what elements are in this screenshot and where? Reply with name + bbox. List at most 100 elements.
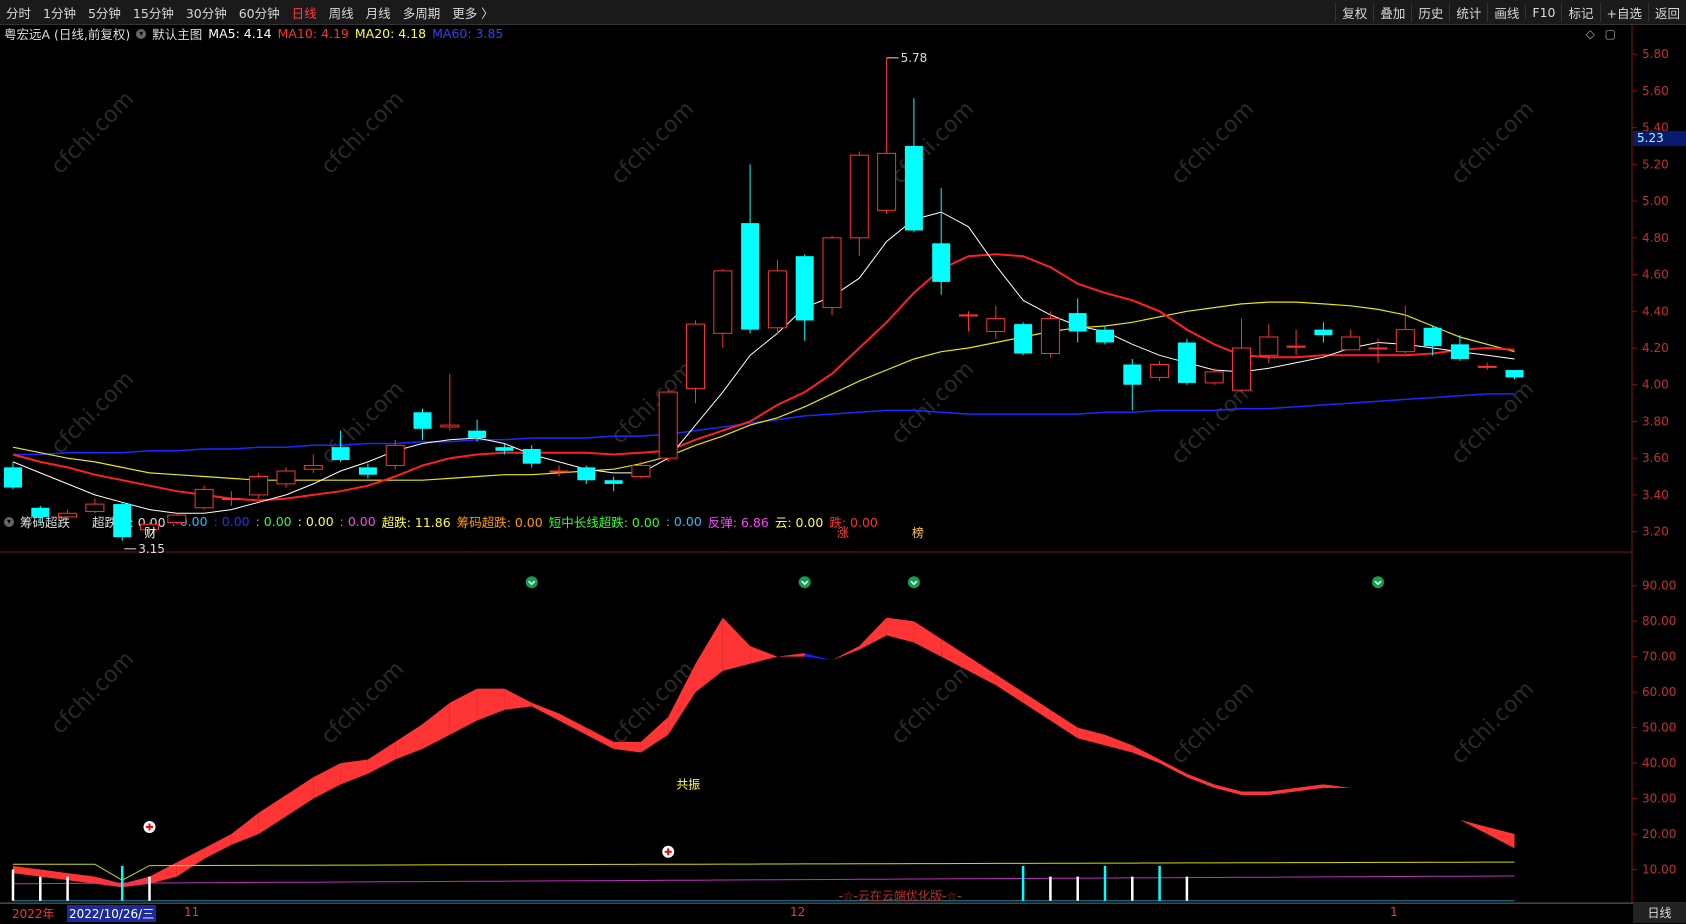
candle-body-up[interactable] bbox=[1395, 329, 1415, 353]
candle-body-down[interactable] bbox=[413, 412, 432, 429]
candle-body-up[interactable] bbox=[658, 391, 678, 459]
candle-body-up[interactable] bbox=[167, 514, 187, 523]
period-tab-7[interactable]: 周线 bbox=[323, 3, 360, 22]
period-tab-6[interactable]: 日线 bbox=[286, 3, 323, 22]
candle-body-up[interactable] bbox=[385, 444, 405, 467]
candle-body-down[interactable] bbox=[468, 430, 487, 438]
candle-body-up[interactable] bbox=[713, 270, 733, 334]
candle-body-up[interactable] bbox=[1232, 347, 1251, 391]
candle-body-up[interactable] bbox=[440, 424, 460, 428]
toolbar-button-2[interactable]: 历史 bbox=[1411, 2, 1449, 22]
band-segment bbox=[1459, 819, 1488, 835]
candle-body-up[interactable] bbox=[549, 470, 569, 473]
signal-icon[interactable] bbox=[525, 576, 538, 589]
candle-body-up[interactable] bbox=[1204, 371, 1224, 384]
candle-body-up[interactable] bbox=[221, 498, 241, 501]
sub-tick-label: 50.00 bbox=[1642, 721, 1676, 735]
watermark: cfchi.com bbox=[887, 657, 980, 750]
period-tab-10[interactable]: 更多 〉 bbox=[446, 3, 499, 22]
toolbar-button-6[interactable]: 标记 bbox=[1561, 2, 1599, 22]
candle-body-down[interactable] bbox=[1423, 327, 1442, 347]
toolbar-button-4[interactable]: 画线 bbox=[1487, 2, 1525, 22]
candle-body-down[interactable] bbox=[577, 467, 596, 481]
candle-body-up[interactable] bbox=[1286, 345, 1306, 348]
candle-body-down[interactable] bbox=[604, 480, 623, 484]
candle-body-up[interactable] bbox=[58, 512, 78, 518]
candle-body-up[interactable] bbox=[249, 476, 269, 496]
period-tab-3[interactable]: 15分钟 bbox=[127, 3, 180, 22]
candle-body-down[interactable] bbox=[1450, 344, 1469, 360]
toolbar-button-5[interactable]: F10 bbox=[1525, 4, 1561, 20]
period-indicator[interactable]: 日线 bbox=[1633, 903, 1686, 923]
candle-body-down[interactable] bbox=[795, 256, 814, 321]
period-tab-4[interactable]: 30分钟 bbox=[180, 3, 233, 22]
toolbar-button-0[interactable]: 复权 bbox=[1335, 2, 1373, 22]
candle-body-down[interactable] bbox=[1505, 370, 1524, 378]
candle-body-down[interactable] bbox=[932, 243, 951, 282]
sub-tick-label: 10.00 bbox=[1642, 863, 1676, 877]
signal-icon[interactable] bbox=[798, 576, 811, 589]
period-tab-9[interactable]: 多周期 bbox=[397, 3, 447, 22]
signal-icon[interactable] bbox=[907, 576, 920, 589]
watermark: cfchi.com bbox=[607, 97, 700, 190]
candle-body-down[interactable] bbox=[1177, 342, 1196, 383]
toolbar-button-3[interactable]: 统计 bbox=[1449, 2, 1487, 22]
candle-body-up[interactable] bbox=[986, 318, 1006, 332]
price-tick-label: 4.80 bbox=[1642, 231, 1669, 245]
candle-body-down[interactable] bbox=[1096, 329, 1114, 343]
toolbar-button-7[interactable]: +自选 bbox=[1599, 2, 1648, 22]
candle-body-up[interactable] bbox=[1368, 347, 1388, 350]
candle-body-up[interactable] bbox=[631, 465, 651, 478]
watermark: cfchi.com bbox=[47, 367, 140, 460]
candle-body-up[interactable] bbox=[1259, 336, 1279, 356]
period-tab-1[interactable]: 1分钟 bbox=[37, 3, 82, 22]
candle-body-up[interactable] bbox=[1341, 336, 1361, 351]
band-segment bbox=[1105, 734, 1133, 753]
signal-icon[interactable] bbox=[1372, 576, 1384, 589]
candle-body-down[interactable] bbox=[31, 507, 50, 517]
candle-body-down[interactable] bbox=[1123, 364, 1142, 385]
candle-body-down[interactable] bbox=[4, 467, 22, 488]
candle-body-down[interactable] bbox=[495, 447, 514, 451]
candle-body-down[interactable] bbox=[1014, 324, 1033, 354]
cursor-date: 2022/10/26/三 bbox=[67, 905, 157, 922]
candle-body-up[interactable] bbox=[1040, 318, 1060, 355]
period-tab-0[interactable]: 分时 bbox=[0, 3, 37, 22]
band-segment bbox=[504, 688, 532, 710]
candle-body-up[interactable] bbox=[877, 152, 897, 211]
candle-body-down[interactable] bbox=[358, 467, 377, 475]
candle-body-up[interactable] bbox=[276, 470, 296, 485]
band-segment bbox=[1323, 784, 1351, 788]
candle-body-up[interactable] bbox=[303, 465, 323, 470]
candle-body-up[interactable] bbox=[822, 237, 842, 309]
band-segment bbox=[1186, 773, 1215, 788]
candle-body-up[interactable] bbox=[849, 154, 869, 239]
price-tick-label: 3.20 bbox=[1642, 525, 1669, 539]
toolbar-button-8[interactable]: 返回 bbox=[1647, 2, 1686, 22]
candle-body-down[interactable] bbox=[904, 146, 923, 231]
ma5-line bbox=[12, 211, 1515, 514]
candle-body-up[interactable] bbox=[1477, 365, 1497, 368]
band-segment bbox=[231, 812, 259, 845]
candle-body-down[interactable] bbox=[522, 449, 541, 464]
candle-body-up[interactable] bbox=[85, 503, 105, 512]
candle-body-down[interactable] bbox=[741, 223, 760, 330]
candle-body-down[interactable] bbox=[113, 504, 132, 538]
period-tab-2[interactable]: 5分钟 bbox=[82, 3, 127, 22]
candle-body-up[interactable] bbox=[686, 323, 705, 389]
period-tab-8[interactable]: 月线 bbox=[360, 3, 397, 22]
toolbar-button-1[interactable]: 叠加 bbox=[1373, 2, 1411, 22]
candle-body-down[interactable] bbox=[1314, 329, 1333, 336]
period-tab-5[interactable]: 60分钟 bbox=[233, 3, 286, 22]
candle-body-up[interactable] bbox=[1150, 364, 1170, 378]
kline-chart[interactable]: cfchi.com cfchi.com cfchi.com cfchi.com cfch… bbox=[0, 25, 1686, 903]
candle-body-up[interactable] bbox=[194, 488, 214, 509]
price-tick-label: 3.40 bbox=[1642, 488, 1669, 502]
sub-tick-label: 90.00 bbox=[1642, 579, 1676, 593]
candle-body-up[interactable] bbox=[767, 270, 787, 329]
ma60-line bbox=[13, 393, 1515, 456]
candle-body-down[interactable] bbox=[331, 447, 350, 461]
candle-body-up[interactable] bbox=[959, 314, 978, 317]
candle-body-down[interactable] bbox=[1068, 313, 1087, 332]
year-label: 2022年 bbox=[12, 907, 55, 921]
